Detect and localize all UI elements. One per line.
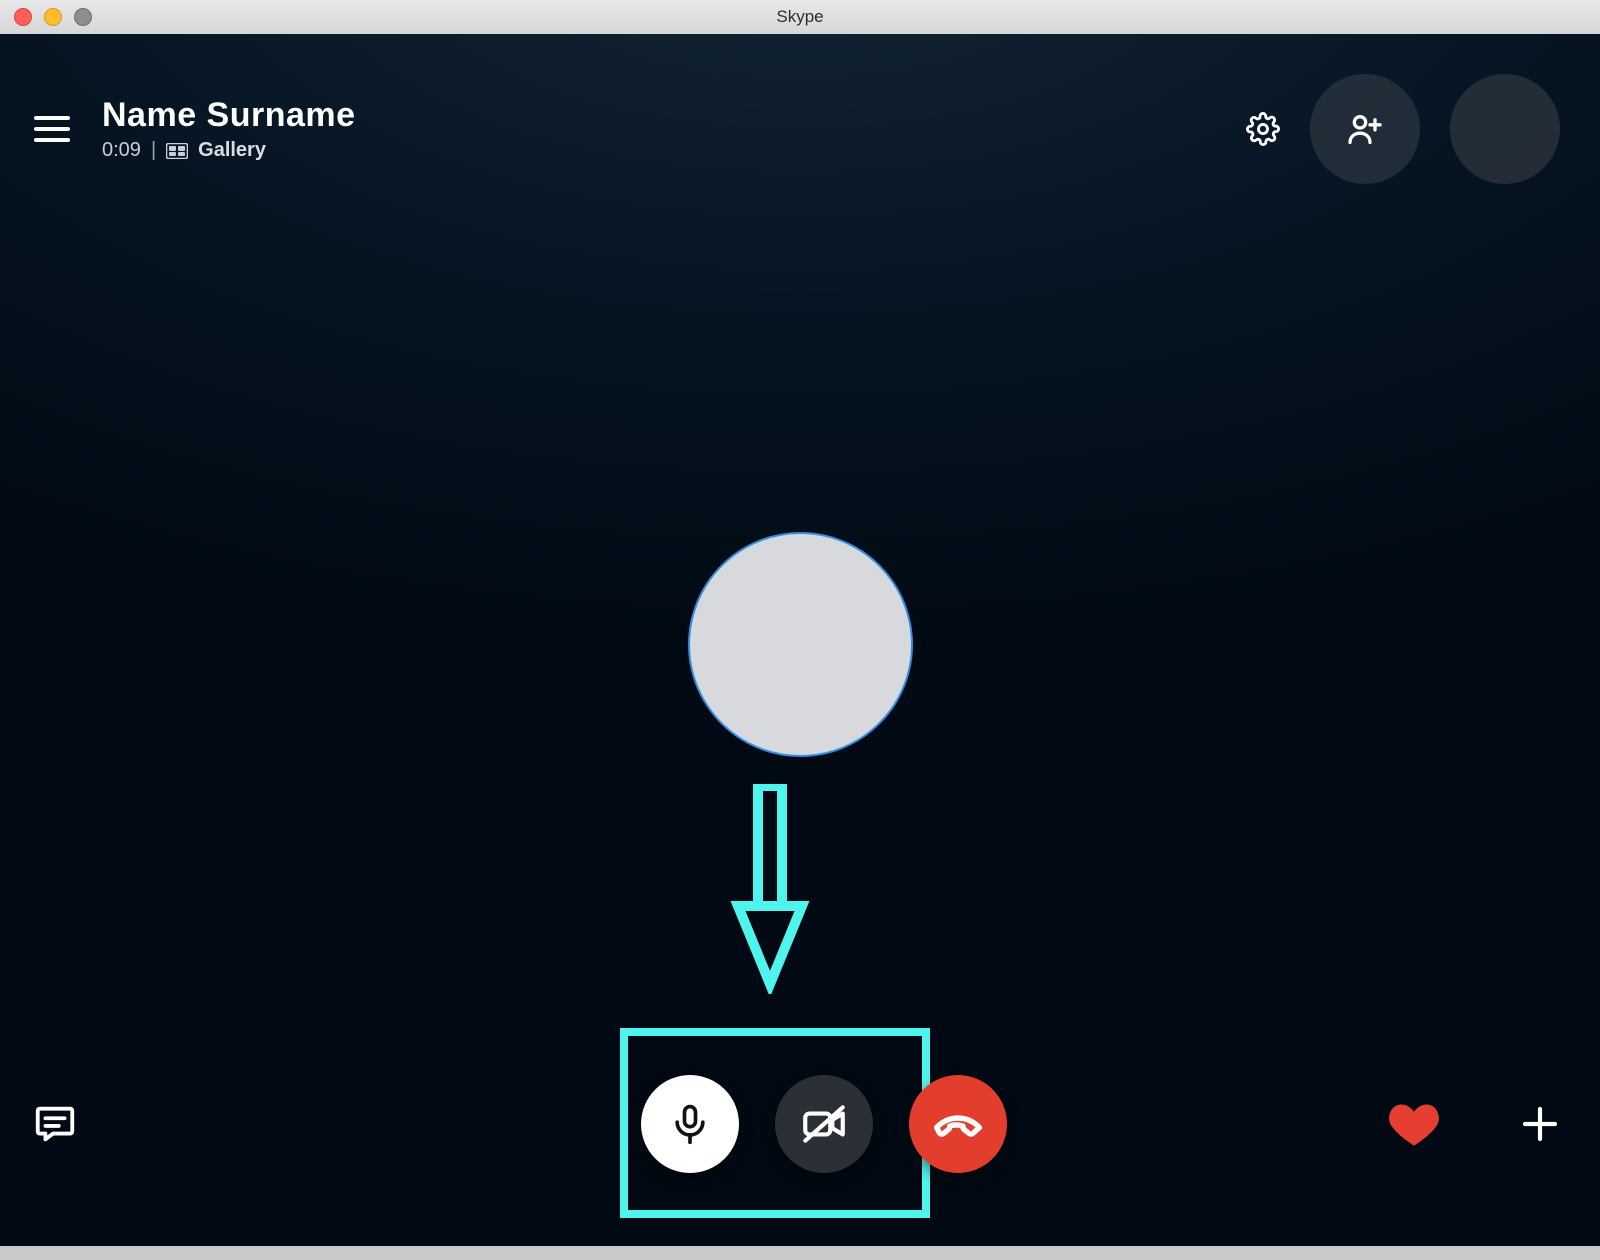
camera-toggle-button[interactable] [775,1075,873,1173]
annotation-arrow-icon [730,784,810,994]
add-participant-button[interactable] [1310,74,1420,184]
reaction-button[interactable] [1388,1100,1440,1148]
microphone-toggle-button[interactable] [641,1075,739,1173]
menu-icon [34,115,70,143]
window-titlebar: Skype [0,0,1600,35]
right-tools [1388,1100,1560,1148]
chat-button[interactable] [32,1101,78,1147]
microphone-icon [668,1102,712,1146]
hang-up-icon [931,1097,985,1151]
contact-block: Name Surname 0:09 | Gallery [102,96,356,162]
more-button[interactable] [1520,1104,1560,1144]
settings-button[interactable] [1246,112,1280,146]
header-actions [1246,74,1560,184]
separator: | [151,139,156,162]
window-title: Skype [0,7,1600,27]
camera-off-icon [799,1099,849,1149]
call-controls-bar [0,1069,1600,1179]
gear-icon [1246,112,1280,146]
view-mode-label[interactable]: Gallery [198,139,266,162]
skype-call-window: Name Surname 0:09 | Gallery [0,34,1600,1246]
call-duration: 0:09 [102,139,141,162]
end-call-button[interactable] [909,1075,1007,1173]
left-tools [32,1101,78,1147]
call-info-row: 0:09 | Gallery [102,139,356,162]
self-avatar-placeholder[interactable] [1450,74,1560,184]
call-header: Name Surname 0:09 | Gallery [0,74,1600,184]
participant-avatar [688,532,913,757]
plus-icon [1520,1104,1560,1144]
chat-icon [32,1101,78,1147]
gallery-icon [166,143,188,159]
center-tools [641,1075,1007,1173]
add-person-icon [1345,109,1385,149]
menu-button[interactable] [30,107,74,151]
heart-icon [1388,1100,1440,1148]
contact-name: Name Surname [102,96,356,135]
